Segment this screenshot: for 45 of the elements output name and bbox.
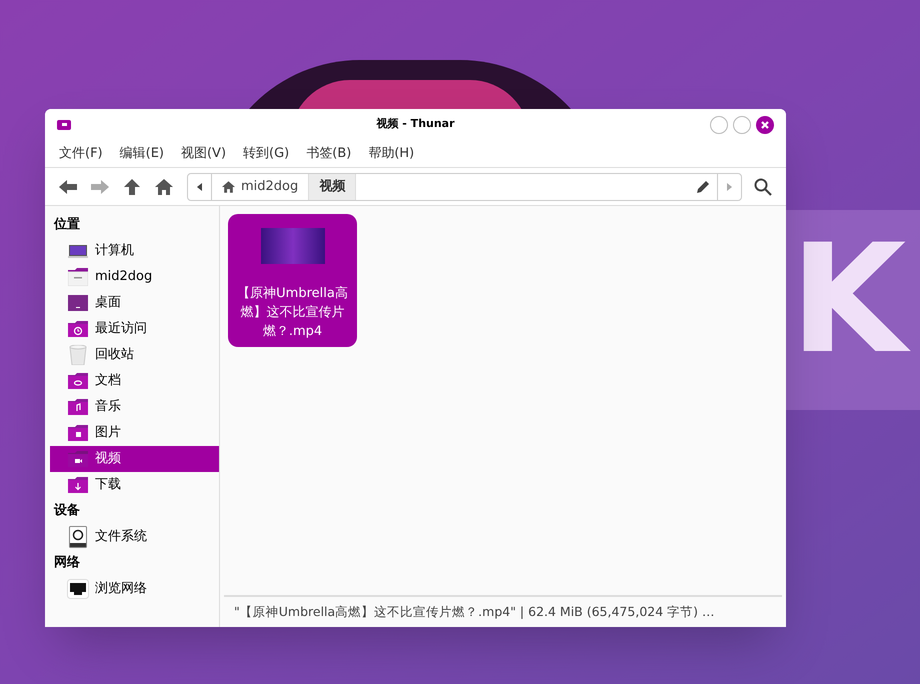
sidebar-item[interactable]: 音乐 [50,394,219,420]
sidebar-item[interactable]: mid2dog [50,264,219,290]
window-title: 视频 - Thunar [376,116,455,132]
clock-folder-icon [67,318,89,340]
sidebar-item[interactable]: 下载 [50,472,219,498]
sidebar-item[interactable]: 浏览网络 [50,576,219,602]
search-button[interactable] [752,176,774,198]
section-heading: 设备 [52,502,81,520]
path-button[interactable]: 视频 [309,174,356,200]
section-heading: 网络 [53,554,81,572]
caret-right-icon [727,182,732,190]
menu-item[interactable]: 文件(F) [51,144,111,164]
video-folder-icon [67,448,89,470]
close-button[interactable] [756,116,774,134]
network-port-icon [67,578,89,600]
menu-item[interactable]: 编辑(E) [112,144,172,164]
file-item[interactable]: 【原神Umbrella高燃】这不比宣传片燃？.mp4 [228,214,357,347]
sidebar-item[interactable]: 文档 [50,368,219,394]
sidebar-item[interactable]: 图片 [50,420,219,446]
sidebar-item[interactable]: 回收站 [50,342,219,368]
sidebar-item[interactable]: 视频 [50,446,219,472]
status-bar: "【原神Umbrella高燃】这不比宣传片燃？.mp4" | 62.4 MiB (65,475,024 字节) … [224,595,782,627]
trash-icon [67,344,89,366]
sidebar-item[interactable]: 最近访问 [50,316,219,342]
folder-icon [57,120,71,130]
home-icon [222,180,235,192]
video-thumbnail [260,228,324,264]
sidebar-item[interactable]: 文件系统 [50,524,219,550]
caret-left-icon [197,182,202,190]
menu-item[interactable]: 转到(G) [235,144,298,164]
menu-item[interactable]: 视图(V) [172,144,234,164]
section-heading: 位置 [52,216,81,234]
home-folder-icon [67,266,89,288]
picture-folder-icon [67,422,89,444]
desktop-folder-icon [67,292,89,314]
close-icon [760,120,770,130]
drive-icon [67,526,89,548]
sidebar-item[interactable]: 计算机 [50,238,219,264]
music-folder-icon [67,396,89,418]
download-folder-icon [67,474,89,496]
documents-folder-icon [67,370,89,392]
menu-item[interactable]: 帮助(H) [360,144,422,164]
file-name: 【原神Umbrella高燃】这不比宣传片燃？.mp4 [236,285,349,341]
sidebar-item[interactable]: 桌面 [50,290,219,316]
menu-item[interactable]: 书签(B) [298,144,360,164]
